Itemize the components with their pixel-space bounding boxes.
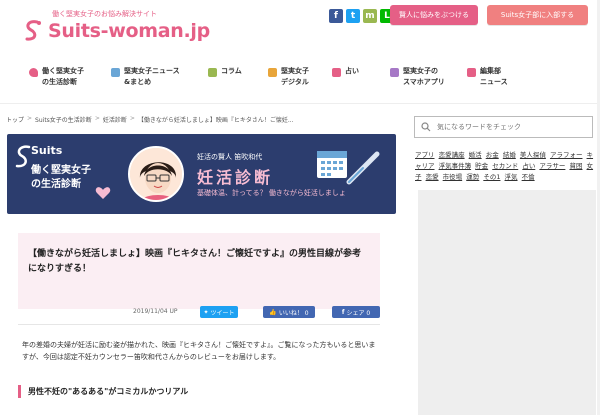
banner-subtitle: 妊活の賢人 笛吹和代 <box>197 153 263 161</box>
breadcrumb-item: 【働きながら妊活しましょ】映画『ヒキタさん！ご懐妊... <box>137 117 294 124</box>
nav-item-4[interactable]: 占い <box>332 66 359 77</box>
article-meta: 2019/11/04 UP ✦ ツイート 👍 いいね！ 0 f シェア 0 <box>0 304 390 320</box>
social-links: ftmL <box>329 9 394 23</box>
search-icon[interactable] <box>421 122 431 132</box>
star-icon <box>332 68 341 77</box>
logo-text: Suits-woman.jp <box>48 20 210 42</box>
twitter-icon[interactable]: t <box>346 9 360 23</box>
article-intro: 年の差婚の夫婦が妊活に励む姿が描かれた、映画『ヒキタさん！ご懐妊ですよ』。ご覧に… <box>22 341 376 361</box>
mail-icon[interactable]: m <box>363 9 377 23</box>
tag-link[interactable]: アプリ <box>415 151 435 159</box>
facebook-icon: f <box>341 308 345 316</box>
banner-title: 働く堅実女子 の生活診断 <box>31 165 91 190</box>
tag-link[interactable]: その1 <box>483 173 500 181</box>
search-input[interactable] <box>437 123 587 131</box>
banner-logo: Suits <box>31 144 63 157</box>
tweet-label: ツイート <box>210 309 235 317</box>
search-box <box>414 116 593 138</box>
thermometer-icon <box>346 151 380 185</box>
breadcrumb-item[interactable]: 妊活診断 <box>103 115 127 124</box>
article-header: 【働きながら妊活しましょ】映画『ヒキタさん！ご懐妊ですよ』の男性目線が参考になり… <box>18 233 380 309</box>
nav-item-1[interactable]: 堅実女子ニュース &まとめ <box>111 66 180 88</box>
nav-item-3[interactable]: 堅実女子 デジタル <box>268 66 309 88</box>
heading-accent-bar <box>18 385 21 398</box>
tag-link[interactable]: 浮気事件簿 <box>439 162 472 170</box>
facebook-icon[interactable]: f <box>329 9 343 23</box>
tag-link[interactable]: 結婚 <box>503 151 516 159</box>
smartphone-icon <box>390 68 399 77</box>
section-heading: 男性不妊の"あるある"がコミカルかつリアル <box>18 384 382 399</box>
nav-item-label: 堅実女子 デジタル <box>281 67 309 86</box>
breadcrumb-item[interactable]: Suits女子の生活診断 <box>35 115 92 124</box>
category-banner[interactable]: Suits 働く堅実女子 の生活診断 妊活の賢人 笛吹和代 妊活診断 基礎体温、… <box>7 134 396 214</box>
site-header: 働く堅実女子のお悩み解決サイト Suits-woman.jp ftmL 賢人に悩… <box>0 0 600 52</box>
nav-item-label: 働く堅実女子 の生活診断 <box>42 67 84 86</box>
breadcrumb-separator: > <box>94 115 100 122</box>
join-button[interactable]: Suits女子部に入部する <box>487 5 588 25</box>
heart-icon <box>29 68 38 77</box>
book-icon <box>208 68 217 77</box>
breadcrumb: トップ > Suits女子の生活診断 > 妊活診断 > 【働きながら妊活しましょ】映画『ヒキ… <box>6 115 294 124</box>
tag-link[interactable]: 貯金 <box>475 162 488 170</box>
article-title: 【働きながら妊活しましょ】映画『ヒキタさん！ご懐妊ですよ』の男性目線が参考になり… <box>28 249 362 274</box>
nav-item-label: コラム <box>221 67 242 75</box>
nav-item-label: 堅実女子ニュース &まとめ <box>124 67 180 86</box>
breadcrumb-item[interactable]: トップ <box>6 115 24 124</box>
nav-item-label: 堅実女子の スマホアプリ <box>403 67 445 86</box>
nav-item-label: 編集部 ニュース <box>480 67 508 86</box>
tweet-button[interactable]: ✦ ツイート <box>200 306 238 318</box>
share-button[interactable]: f シェア 0 <box>332 306 380 318</box>
nav-item-6[interactable]: 編集部 ニュース <box>467 66 508 88</box>
heart-icon <box>95 187 111 199</box>
breadcrumb-separator: > <box>129 115 135 122</box>
article-date: 2019/11/04 UP <box>133 308 178 315</box>
site-tagline: 働く堅実女子のお悩み解決サイト <box>52 10 157 18</box>
twitter-icon: ✦ <box>203 308 209 316</box>
nav-item-label: 占い <box>345 67 359 75</box>
tag-link[interactable]: アラフォー <box>550 151 583 159</box>
tag-link[interactable]: 恋愛 <box>426 173 439 181</box>
tag-link[interactable]: 運勢 <box>466 173 479 181</box>
banner-left: Suits 働く堅実女子 の生活診断 <box>7 134 137 214</box>
tag-link[interactable]: 美人探偵 <box>520 151 546 159</box>
share-label: シェア 0 <box>346 309 371 317</box>
tag-link[interactable]: 市役場 <box>443 173 463 181</box>
tag-link[interactable]: 貧困 <box>569 162 582 170</box>
like-icon: 👍 <box>269 308 277 316</box>
section-heading-text: 男性不妊の"あるある"がコミカルかつリアル <box>28 387 189 396</box>
like-label: いいね！ 0 <box>278 309 309 317</box>
tag-link[interactable]: お金 <box>486 151 499 159</box>
breadcrumb-separator: > <box>27 115 33 122</box>
consult-button[interactable]: 賢人に悩みをぶつける <box>390 5 478 25</box>
logo-mark-icon <box>25 20 41 41</box>
like-button[interactable]: 👍 いいね！ 0 <box>263 306 315 318</box>
tag-link[interactable]: 占い <box>522 162 535 170</box>
tag-link[interactable]: 浮気 <box>505 173 518 181</box>
tag-link[interactable]: 不倫 <box>522 173 535 181</box>
sidebar-ad-area <box>418 190 596 415</box>
tag-link[interactable]: 恋愛講座 <box>439 151 465 159</box>
tag-link[interactable]: 婚活 <box>469 151 482 159</box>
author-avatar <box>128 146 184 202</box>
tag-cloud: アプリ 恋愛講座 婚活 お金 結婚 美人探偵 アラフォー キャリア 浮気事件簿 … <box>415 150 597 183</box>
nav-item-0[interactable]: 働く堅実女子 の生活診断 <box>29 66 84 88</box>
banner-big-title: 妊活診断 <box>197 168 274 187</box>
lock-icon <box>268 68 277 77</box>
news-icon <box>467 68 476 77</box>
tag-link[interactable]: アラサー <box>539 162 565 170</box>
main-nav: 働く堅実女子 の生活診断 堅実女子ニュース &まとめ コラム 堅実女子 デジタル 占い 堅… <box>0 52 600 104</box>
banner-description: 基礎体温、計ってる？ 働きながら妊活しましょ <box>197 189 346 197</box>
nav-item-2[interactable]: コラム <box>208 66 242 77</box>
nav-item-5[interactable]: 堅実女子の スマホアプリ <box>390 66 445 88</box>
divider <box>18 324 380 325</box>
tag-link[interactable]: セカンド <box>492 162 518 170</box>
tag-icon <box>111 68 120 77</box>
